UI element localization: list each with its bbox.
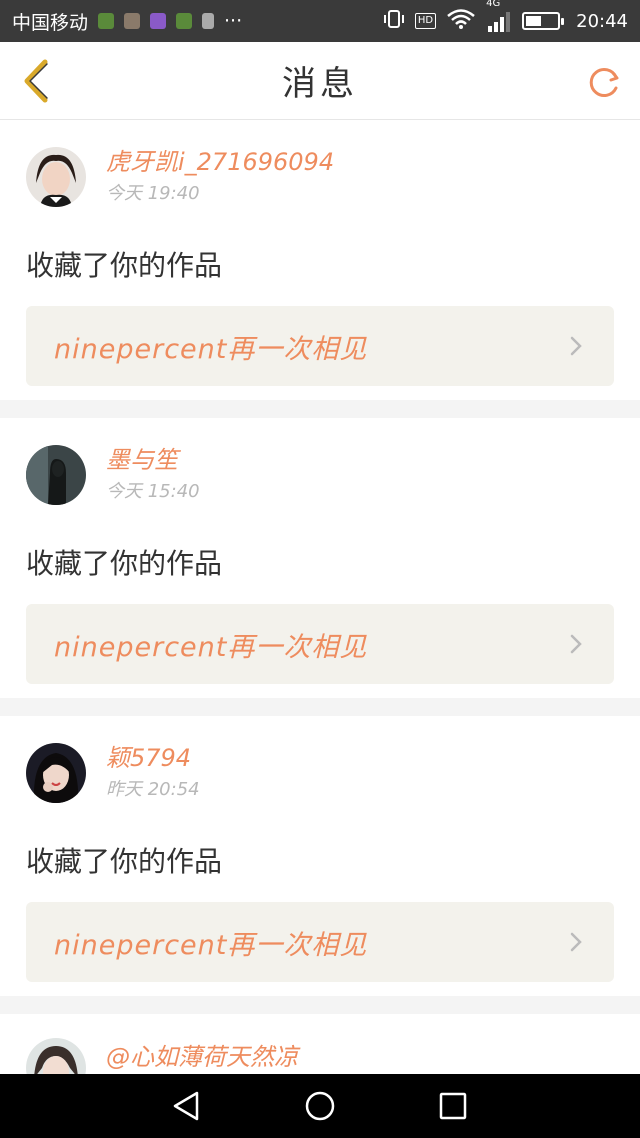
refresh-button[interactable] [582, 60, 626, 104]
username[interactable]: 虎牙凯i_271696094 [106, 147, 334, 177]
username[interactable]: 颖5794 [106, 743, 200, 773]
action-text: 收藏了你的作品 [26, 845, 223, 878]
work-title: ninepercent再一次相见 [54, 631, 368, 663]
back-nav-button[interactable] [163, 1082, 211, 1130]
message-card: @心如薄荷天然凉 [0, 1014, 640, 1074]
message-list[interactable]: 虎牙凯i_271696094 今天 19:40 收藏了你的作品 nineperc… [0, 120, 640, 1074]
work-title: ninepercent再一次相见 [54, 333, 368, 365]
status-bar: 中国移动 ··· HD 4G 20:44 [0, 0, 640, 42]
app-notification-icon [176, 13, 193, 29]
system-nav-bar [0, 1074, 640, 1138]
back-button[interactable] [14, 56, 58, 106]
username[interactable]: 墨与笙 [106, 445, 200, 475]
timestamp: 昨天 20:54 [106, 779, 200, 800]
work-link[interactable]: ninepercent再一次相见 [26, 306, 614, 386]
keyboard-notification-icon [150, 13, 167, 29]
circle-home-icon [305, 1091, 335, 1121]
timestamp: 今天 15:40 [106, 481, 200, 502]
chevron-right-icon [566, 632, 586, 656]
message-card: 墨与笙 今天 15:40 收藏了你的作品 ninepercent再一次相见 [0, 418, 640, 698]
file-notification-icon [202, 13, 215, 29]
message-card: 颖5794 昨天 20:54 收藏了你的作品 ninepercent再一次相见 [0, 716, 640, 996]
battery-icon [522, 12, 565, 30]
message-card: 虎牙凯i_271696094 今天 19:40 收藏了你的作品 nineperc… [0, 120, 640, 400]
triangle-back-icon [173, 1091, 198, 1121]
nav-bar: 消息 [0, 42, 640, 120]
timestamp: 今天 19:40 [106, 183, 200, 204]
avatar[interactable] [26, 1038, 86, 1074]
avatar[interactable] [26, 147, 86, 207]
chevron-right-icon [566, 334, 586, 358]
home-nav-button[interactable] [296, 1082, 344, 1130]
username[interactable]: @心如薄荷天然凉 [106, 1042, 298, 1072]
more-notifications-icon: ··· [224, 10, 243, 32]
avatar[interactable] [26, 743, 86, 803]
recents-nav-button[interactable] [429, 1082, 477, 1130]
action-text: 收藏了你的作品 [26, 547, 223, 580]
work-title: ninepercent再一次相见 [54, 929, 368, 961]
page-title: 消息 [282, 64, 358, 104]
hd-badge: HD [414, 13, 437, 29]
square-recents-icon [440, 1092, 467, 1120]
avatar[interactable] [26, 445, 86, 505]
network-type-label: 4G [486, 0, 501, 9]
carrier-label: 中国移动 [12, 11, 89, 34]
work-link[interactable]: ninepercent再一次相见 [26, 604, 614, 684]
gallery-notification-icon [124, 13, 141, 29]
wifi-icon [446, 8, 476, 35]
vibrate-icon [383, 9, 405, 34]
clock: 20:44 [576, 10, 628, 32]
refresh-icon [589, 68, 619, 97]
action-text: 收藏了你的作品 [26, 249, 223, 282]
chevron-right-icon [566, 930, 586, 954]
chevron-left-icon [24, 59, 48, 103]
signal-icon: 4G [486, 0, 512, 32]
work-link[interactable]: ninepercent再一次相见 [26, 902, 614, 982]
app-notification-icon [98, 13, 115, 29]
